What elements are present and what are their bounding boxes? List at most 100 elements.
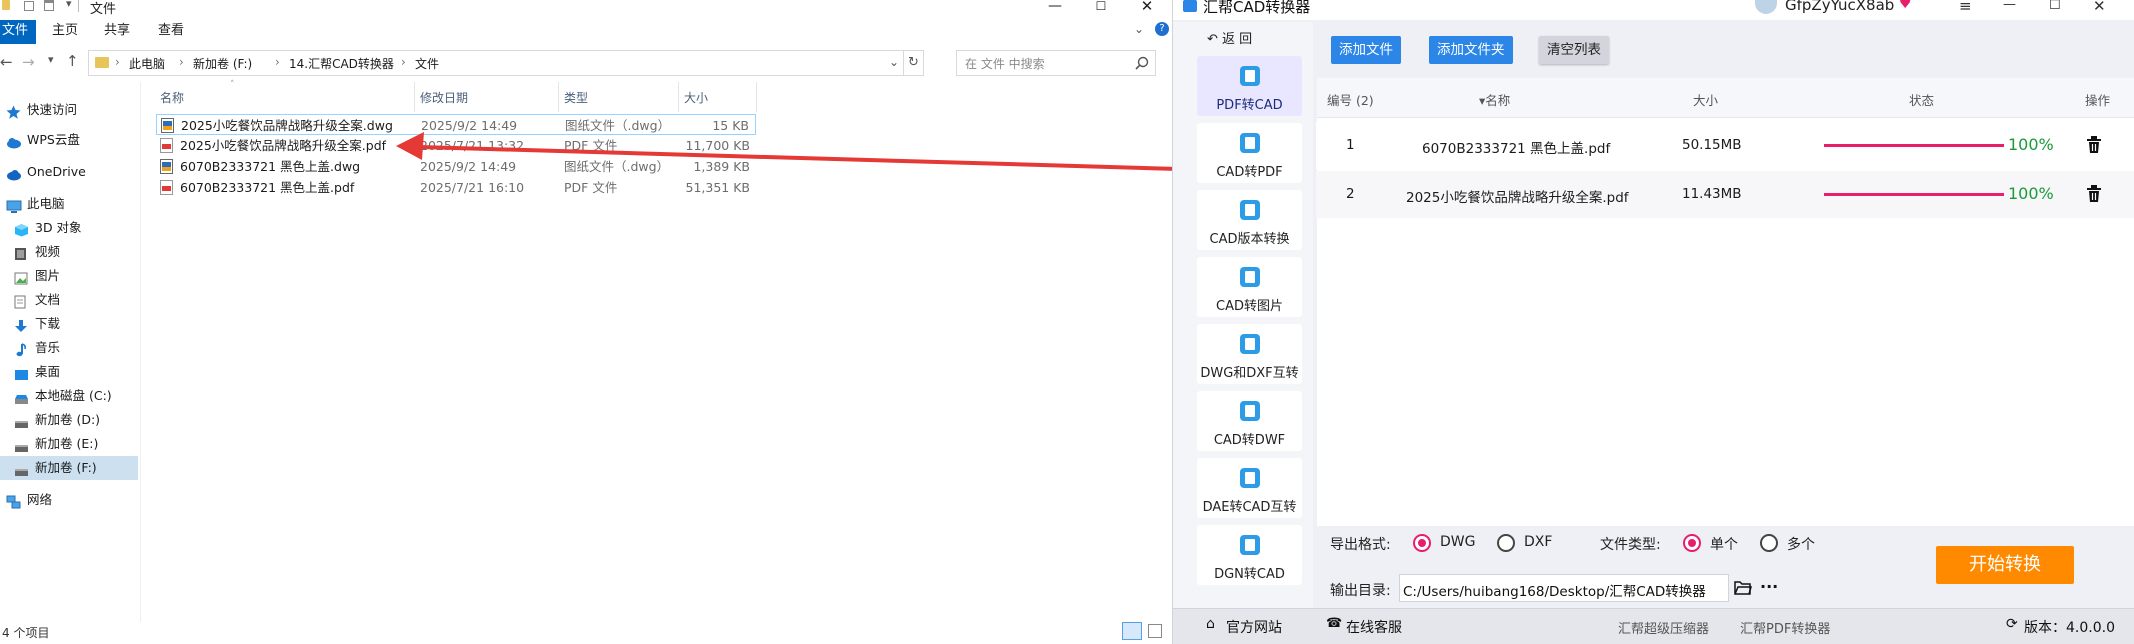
file-row[interactable]: 2025小吃餐饮品牌战略升级全案.pdf 2025/7/21 13:32 PDF… <box>156 135 756 156</box>
sidebar-item-dwg-dxf[interactable]: DWG和DXF互转 <box>1197 324 1302 384</box>
maximize-button[interactable]: ☐ <box>2049 0 2061 13</box>
sidebar-item-dae-cad[interactable]: DAE转CAD互转 <box>1197 458 1302 518</box>
recent-chevron-icon[interactable]: ▾ <box>48 53 54 66</box>
minimize-button[interactable]: — <box>2003 0 2016 12</box>
nav-drive-c[interactable]: 本地磁盘 (C:) <box>0 384 138 408</box>
nav-this-pc[interactable]: 此电脑 <box>0 192 138 216</box>
nav-onedrive[interactable]: OneDrive <box>0 160 138 184</box>
maximize-button[interactable]: ☐ <box>1078 0 1124 14</box>
details-view-icon[interactable] <box>1122 622 1142 640</box>
column-separator[interactable] <box>678 82 679 112</box>
table-row[interactable]: 1 6070B2333721 黑色上盖.pdf 50.15MB 100% <box>1316 122 2134 169</box>
file-row[interactable]: 6070B2333721 黑色上盖.pdf 2025/7/21 16:10 PD… <box>156 177 756 198</box>
nav-music[interactable]: 音乐 <box>0 336 138 360</box>
back-arrow-icon[interactable]: ← <box>0 53 13 71</box>
nav-3d-objects[interactable]: 3D 对象 <box>0 216 138 240</box>
close-button[interactable]: ✕ <box>1124 0 1170 14</box>
quick-access-chevron-icon[interactable]: ▾ <box>66 0 72 10</box>
clear-list-button[interactable]: 清空列表 <box>1539 36 1609 64</box>
properties-icon[interactable] <box>44 0 54 11</box>
table-row[interactable]: 2 2025小吃餐饮品牌战略升级全案.pdf 11.43MB 100% <box>1316 171 2134 218</box>
sidebar-item-cad-to-dwf[interactable]: CAD转DWF <box>1197 391 1302 451</box>
add-folder-button[interactable]: 添加文件夹 <box>1429 36 1513 64</box>
column-header-size[interactable]: 大小 <box>684 86 708 110</box>
minimize-button[interactable]: — <box>1032 0 1078 14</box>
ribbon-expand-chevron-icon[interactable]: ⌄ <box>1134 22 1144 36</box>
file-row[interactable]: 2025小吃餐饮品牌战略升级全案.dwg 2025/9/2 14:49 图纸文件… <box>156 114 756 135</box>
more-options-icon[interactable]: ··· <box>1760 577 1778 596</box>
sidebar-item-cad-to-pdf[interactable]: CAD转PDF <box>1197 123 1302 183</box>
nav-wps-cloud[interactable]: WPS云盘 <box>0 128 138 152</box>
nav-quick-access[interactable]: 快速访问 <box>0 98 138 122</box>
sidebar-item-pdf-to-cad[interactable]: PDF转CAD <box>1197 56 1302 116</box>
search-input[interactable]: 在 文件 中搜索 <box>965 55 1045 72</box>
back-button[interactable]: ↶ 返 回 <box>1207 28 1252 47</box>
breadcrumb-folder-files[interactable]: 文件 <box>415 55 439 72</box>
breadcrumb-folder-converter[interactable]: 14.汇帮CAD转换器 <box>289 55 394 72</box>
delete-trash-icon[interactable] <box>2086 136 2102 154</box>
sidebar-item-cad-version[interactable]: CAD版本转换 <box>1197 190 1302 250</box>
nav-videos[interactable]: 视频 <box>0 240 138 264</box>
tiles-view-icon[interactable] <box>1148 624 1162 638</box>
breadcrumb-drive-f[interactable]: 新加卷 (F:) <box>193 55 252 72</box>
column-separator[interactable] <box>414 82 415 112</box>
vip-heart-icon[interactable]: ♥ <box>1899 0 1912 12</box>
search-box[interactable]: 在 文件 中搜索 <box>956 50 1156 76</box>
avatar[interactable] <box>1755 0 1777 14</box>
format-label-dxf[interactable]: DXF <box>1524 534 1552 550</box>
help-icon[interactable]: ? <box>1155 22 1169 36</box>
menu-icon[interactable]: ≡ <box>1959 0 1972 15</box>
filetype-label-single[interactable]: 单个 <box>1710 534 1738 554</box>
search-icon[interactable] <box>1135 56 1149 70</box>
nav-drive-f[interactable]: 新加卷 (F:) <box>0 456 138 480</box>
address-dropdown-chevron-icon[interactable]: ⌄ <box>889 55 899 69</box>
column-separator[interactable] <box>558 82 559 112</box>
breadcrumb-this-pc[interactable]: 此电脑 <box>129 55 165 72</box>
filetype-label-multiple[interactable]: 多个 <box>1787 534 1815 554</box>
filetype-radio-multiple[interactable] <box>1760 534 1778 552</box>
ribbon-tab-home[interactable]: 主页 <box>52 20 78 42</box>
nav-documents[interactable]: 文档 <box>0 288 138 312</box>
format-radio-dwg[interactable] <box>1413 534 1431 552</box>
online-support-link[interactable]: 在线客服 <box>1346 617 1402 637</box>
format-label-dwg[interactable]: DWG <box>1440 534 1475 550</box>
compressor-link[interactable]: 汇帮超级压缩器 <box>1618 618 1709 637</box>
nav-desktop[interactable]: 桌面 <box>0 360 138 384</box>
column-header-name[interactable]: 名称 <box>160 86 184 110</box>
breadcrumb-separator-icon[interactable]: › <box>275 55 280 69</box>
add-file-button[interactable]: 添加文件 <box>1331 36 1401 64</box>
username[interactable]: GfpZyYucX8ab <box>1785 0 1894 14</box>
nav-pictures[interactable]: 图片 <box>0 264 138 288</box>
refresh-icon[interactable]: ⟳ <box>2006 616 2018 632</box>
start-convert-button[interactable]: 开始转换 <box>1936 546 2074 584</box>
open-folder-icon[interactable] <box>1734 580 1752 595</box>
nav-network[interactable]: 网络 <box>0 488 138 512</box>
column-separator[interactable] <box>756 82 757 112</box>
breadcrumb-separator-icon[interactable]: › <box>179 55 184 69</box>
breadcrumb-separator-icon[interactable]: › <box>401 55 406 69</box>
output-dir-input[interactable]: C:/Users/huibang168/Desktop/汇帮CAD转换器 <box>1399 574 1729 602</box>
checkbox-icon[interactable] <box>24 1 34 11</box>
address-bar[interactable]: › 此电脑 › 新加卷 (F:) › 14.汇帮CAD转换器 › 文件 ⌄ ↻ <box>88 50 924 76</box>
close-button[interactable]: ✕ <box>2093 0 2106 15</box>
breadcrumb-separator-icon[interactable]: › <box>115 55 120 69</box>
ribbon-tab-file[interactable]: 文件 <box>2 20 28 42</box>
nav-drive-e[interactable]: 新加卷 (E:) <box>0 432 138 456</box>
pdf-converter-link[interactable]: 汇帮PDF转换器 <box>1740 618 1830 637</box>
column-header-date[interactable]: 修改日期 <box>420 86 468 110</box>
file-row[interactable]: 6070B2333721 黑色上盖.dwg 2025/9/2 14:49 图纸文… <box>156 156 756 177</box>
column-header-type[interactable]: 类型 <box>564 86 588 110</box>
delete-trash-icon[interactable] <box>2086 185 2102 203</box>
sidebar-item-dgn-to-cad[interactable]: DGN转CAD <box>1197 525 1302 585</box>
up-arrow-icon[interactable]: ↑ <box>66 52 79 70</box>
nav-downloads[interactable]: 下载 <box>0 312 138 336</box>
refresh-icon[interactable]: ↻ <box>903 51 923 75</box>
sidebar-item-cad-to-image[interactable]: CAD转图片 <box>1197 257 1302 317</box>
nav-drive-d[interactable]: 新加卷 (D:) <box>0 408 138 432</box>
ribbon-tab-share[interactable]: 共享 <box>104 20 130 42</box>
format-radio-dxf[interactable] <box>1497 534 1515 552</box>
sort-chevron-icon[interactable]: ˄ <box>230 80 235 90</box>
official-site-link[interactable]: 官方网站 <box>1226 617 1282 637</box>
filetype-radio-single[interactable] <box>1683 534 1701 552</box>
ribbon-tab-view[interactable]: 查看 <box>158 20 184 42</box>
